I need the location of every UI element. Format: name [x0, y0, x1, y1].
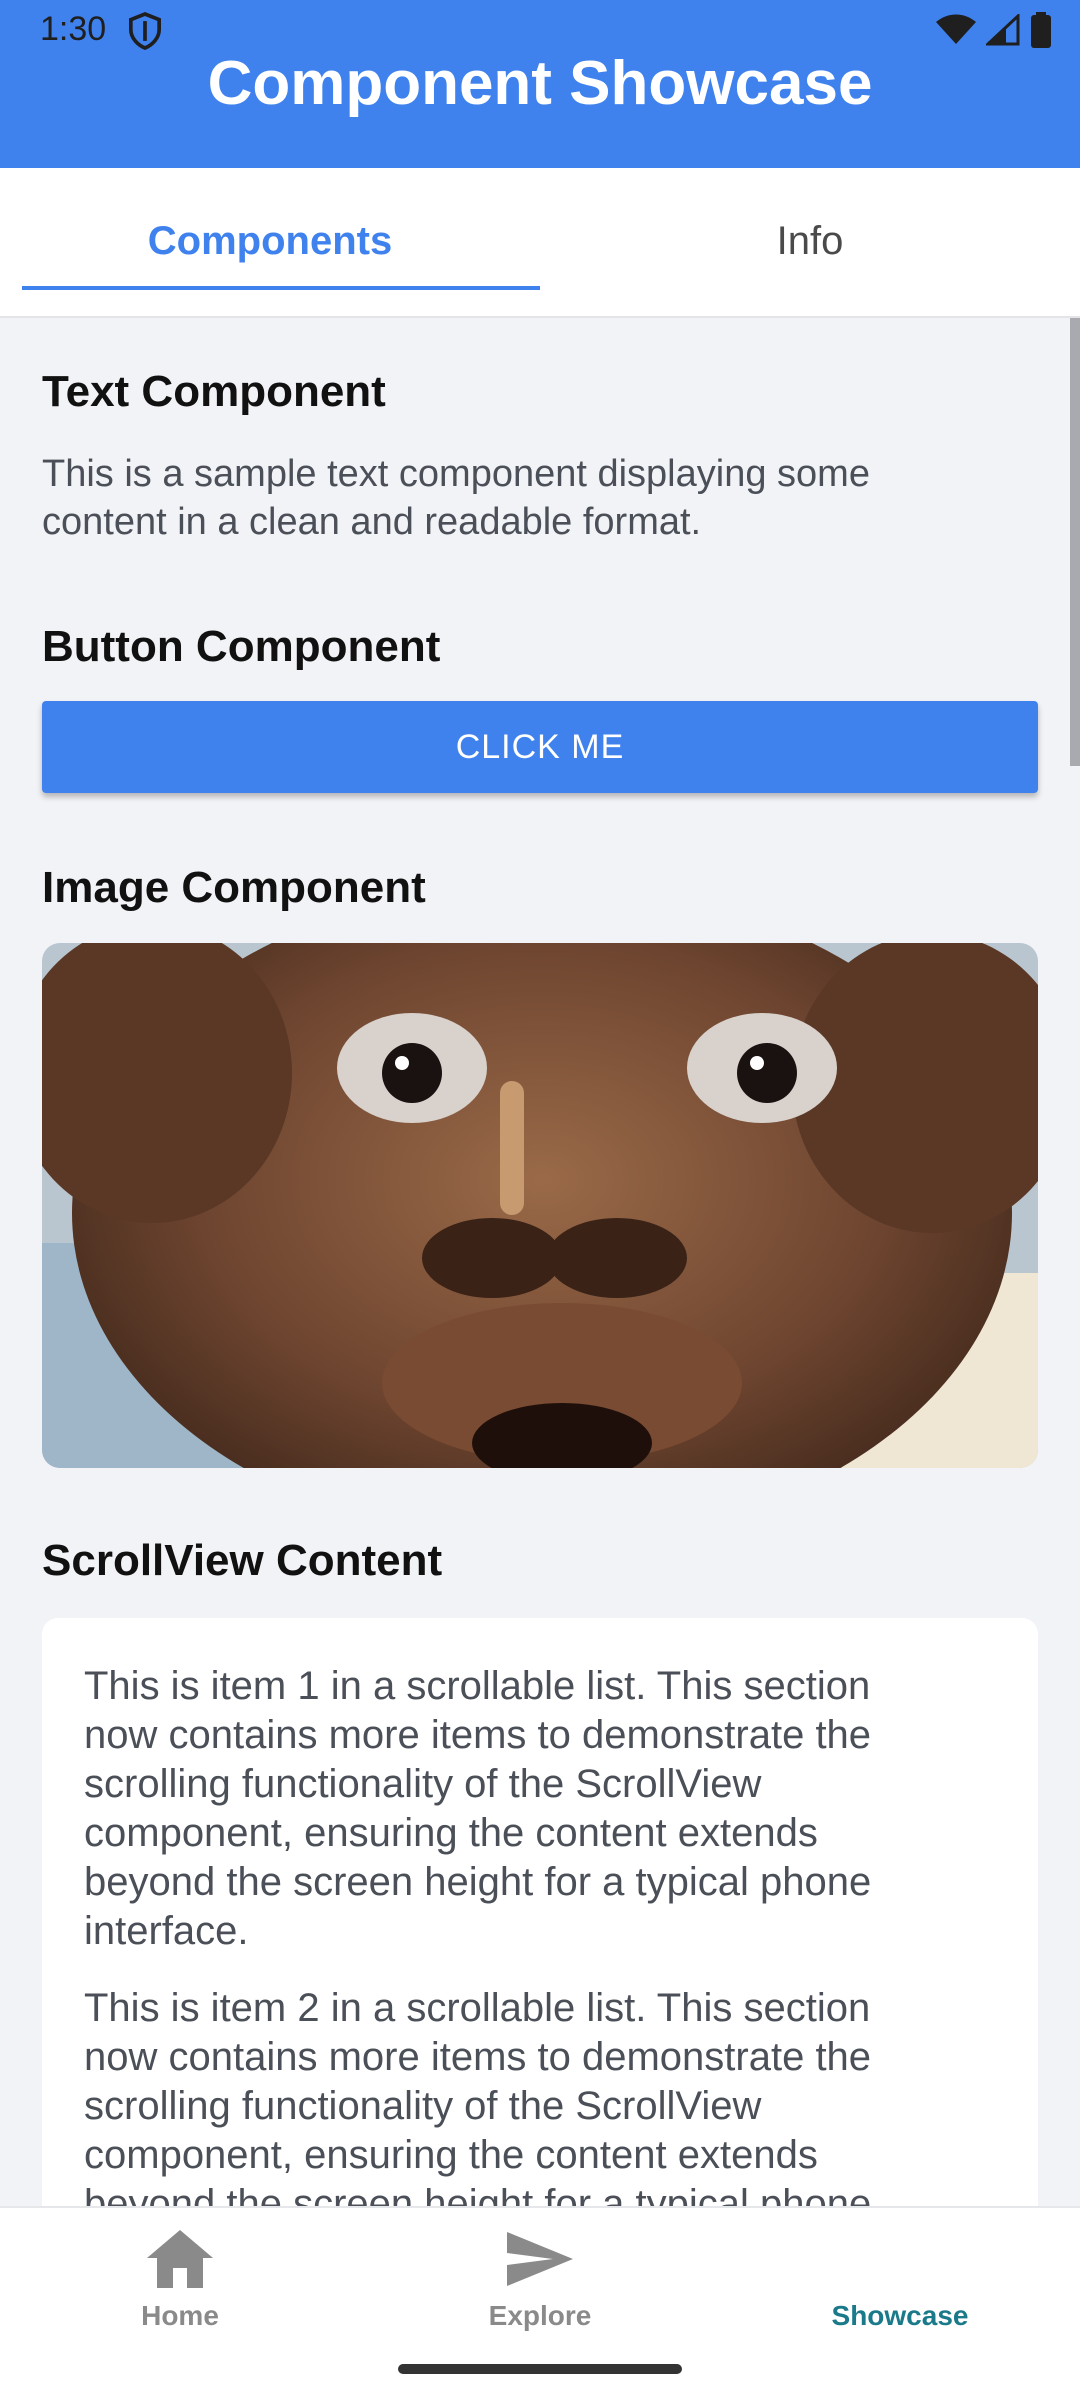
tab-indicator — [22, 286, 540, 290]
nav-explore-label: Explore — [488, 2300, 592, 2331]
text-component-title: Text Component — [42, 367, 386, 416]
app-header: 1:30 Component Showcase — [0, 0, 1080, 168]
button-component-title: Button Component — [42, 622, 441, 671]
tab-components[interactable]: Components — [0, 168, 540, 316]
nav-home-label: Home — [141, 2300, 219, 2331]
scrollbar[interactable] — [1070, 318, 1080, 766]
wifi-icon — [936, 14, 976, 44]
list-item: This is item 1 in a scrollable list. Thi… — [84, 1664, 872, 1953]
cell-signal-icon — [986, 14, 1020, 46]
page-title: Component Showcase — [207, 49, 873, 118]
nav-home[interactable]: Home — [0, 2208, 360, 2348]
image-component-title: Image Component — [42, 863, 426, 912]
surprised-face-image — [42, 943, 1038, 1468]
nav-showcase[interactable]: Showcase — [720, 2208, 1080, 2348]
face-illustration — [42, 943, 1038, 1468]
send-icon — [507, 2232, 573, 2286]
status-time: 1:30 — [40, 10, 107, 48]
shield-icon — [128, 12, 162, 50]
scrollview-card[interactable]: This is item 1 in a scrollable list. Thi… — [42, 1618, 1038, 2206]
battery-icon — [1031, 12, 1051, 48]
scrollview-title: ScrollView Content — [42, 1536, 443, 1585]
click-me-button[interactable]: CLICK ME — [42, 701, 1038, 793]
nav-showcase-label: Showcase — [831, 2300, 969, 2331]
home-icon — [147, 2230, 213, 2288]
gesture-home-indicator[interactable] — [398, 2364, 682, 2374]
main-scroll-content[interactable]: Text Component This is a sample text com… — [0, 318, 1080, 2206]
status-icons — [936, 12, 1052, 48]
tab-bar: Components Info — [0, 168, 1080, 318]
list-item: This is item 2 in a scrollable list. Thi… — [84, 1986, 872, 2206]
nav-explore[interactable]: Explore — [360, 2208, 720, 2348]
text-component-body: This is a sample text component displayi… — [42, 453, 870, 543]
tab-info[interactable]: Info — [540, 168, 1080, 316]
